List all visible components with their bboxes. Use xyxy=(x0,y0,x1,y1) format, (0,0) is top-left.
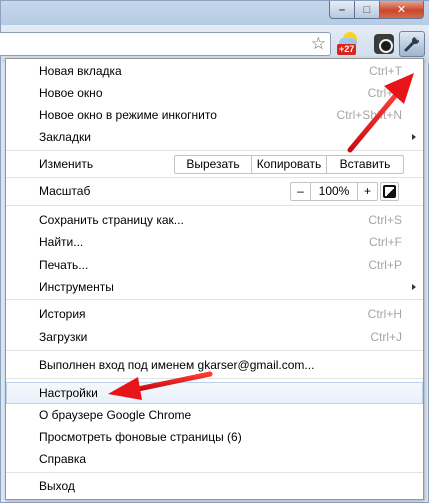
weather-badge: +27 xyxy=(337,44,357,55)
zoom-in-button[interactable]: + xyxy=(358,183,377,200)
menu-item-background-pages[interactable]: Просмотреть фоновые страницы (6) xyxy=(6,426,423,448)
address-bar[interactable]: ☆ xyxy=(0,32,331,56)
camera-body-icon xyxy=(374,34,394,54)
menu-item-shortcut: Ctrl+Shift+N xyxy=(336,108,402,122)
camera-lens-icon xyxy=(379,39,393,53)
menu-item-label: Выполнен вход под именем gkarser@gmail.c… xyxy=(39,358,315,372)
menu-item-new-window[interactable]: Новое окно Ctrl+N xyxy=(6,82,423,104)
zoom-level: 100% xyxy=(311,183,358,200)
cut-button[interactable]: Вырезать xyxy=(175,156,252,173)
menu-item-shortcut: Ctrl+J xyxy=(370,330,402,344)
menu-item-edit: Изменить Вырезать Копировать Вставить xyxy=(6,153,423,175)
menu-item-settings[interactable]: Настройки xyxy=(6,382,423,404)
menu-item-print[interactable]: Печать... Ctrl+P xyxy=(6,254,423,276)
menu-item-label: Загрузки xyxy=(39,330,88,344)
copy-button[interactable]: Копировать xyxy=(252,156,327,173)
menu-item-incognito[interactable]: Новое окно в режиме инкогнито Ctrl+Shift… xyxy=(6,104,423,126)
menu-item-label: Масштаб xyxy=(39,184,91,198)
menu-item-shortcut: Ctrl+S xyxy=(368,213,402,227)
menu-item-help[interactable]: Справка xyxy=(6,448,423,470)
menu-item-label: Настройки xyxy=(39,386,98,400)
menu-item-label: Выход xyxy=(39,479,75,493)
menu-item-shortcut: Ctrl+H xyxy=(367,307,402,321)
maximize-button[interactable]: □ xyxy=(355,1,380,19)
menu-item-shortcut: Ctrl+F xyxy=(369,235,402,249)
bookmark-star-icon[interactable]: ☆ xyxy=(311,34,326,54)
menu-item-downloads[interactable]: Загрузки Ctrl+J xyxy=(6,326,423,348)
camera-extension-icon[interactable] xyxy=(372,31,398,57)
menu-item-label: О браузере Google Chrome xyxy=(39,408,192,422)
menu-item-shortcut: Ctrl+N xyxy=(367,86,402,100)
menu-item-save-page[interactable]: Сохранить страницу как... Ctrl+S xyxy=(6,209,423,231)
title-bar: – □ ✕ xyxy=(1,1,429,25)
wrench-icon xyxy=(404,36,420,52)
paste-button[interactable]: Вставить xyxy=(327,156,403,173)
menu-item-find[interactable]: Найти... Ctrl+F xyxy=(6,231,423,253)
menu-item-label: Сохранить страницу как... xyxy=(39,213,184,227)
menu-item-history[interactable]: История Ctrl+H xyxy=(6,303,423,325)
menu-item-label: Новая вкладка xyxy=(39,64,122,78)
menu-item-label: Найти... xyxy=(39,235,84,249)
menu-item-shortcut: Ctrl+P xyxy=(368,258,402,272)
minimize-button[interactable]: – xyxy=(329,1,355,19)
submenu-arrow-icon xyxy=(412,284,416,290)
submenu-arrow-icon xyxy=(412,134,416,140)
menu-separator xyxy=(6,150,423,151)
menu-separator xyxy=(6,378,423,379)
menu-item-exit[interactable]: Выход xyxy=(6,475,423,497)
menu-separator xyxy=(6,299,423,300)
menu-item-label: Закладки xyxy=(39,130,91,144)
menu-item-new-tab[interactable]: Новая вкладка Ctrl+T xyxy=(6,60,423,82)
menu-item-label: Просмотреть фоновые страницы (6) xyxy=(39,430,242,444)
zoom-control-group: – 100% + xyxy=(290,182,378,201)
wrench-menu-button[interactable] xyxy=(399,31,425,57)
zoom-out-button[interactable]: – xyxy=(291,183,311,200)
menu-separator xyxy=(6,350,423,351)
menu-item-label: Справка xyxy=(39,452,87,466)
menu-separator xyxy=(6,205,423,206)
menu-item-label: Изменить xyxy=(39,157,94,171)
menu-item-label: Новое окно xyxy=(39,86,103,100)
edit-button-group: Вырезать Копировать Вставить xyxy=(174,155,404,174)
menu-separator xyxy=(6,472,423,473)
menu-item-label: Новое окно в режиме инкогнито xyxy=(39,108,217,122)
menu-item-zoom: Масштаб – 100% + xyxy=(6,180,423,202)
menu-separator xyxy=(6,177,423,178)
chrome-main-menu: Новая вкладка Ctrl+T Новое окно Ctrl+N Н… xyxy=(5,58,424,500)
menu-item-signed-in[interactable]: Выполнен вход под именем gkarser@gmail.c… xyxy=(6,354,423,376)
menu-item-label: Инструменты xyxy=(39,280,114,294)
menu-item-shortcut: Ctrl+T xyxy=(369,64,402,78)
menu-item-label: История xyxy=(39,307,86,321)
menu-item-tools[interactable]: Инструменты xyxy=(6,276,423,298)
fullscreen-diagonal-icon xyxy=(387,189,394,196)
weather-extension-icon[interactable]: +27 xyxy=(337,31,364,57)
fullscreen-button[interactable] xyxy=(380,182,399,201)
window-controls: – □ ✕ xyxy=(329,1,424,19)
close-button[interactable]: ✕ xyxy=(380,1,424,19)
menu-item-label: Печать... xyxy=(39,258,89,272)
menu-item-about[interactable]: О браузере Google Chrome xyxy=(6,404,423,426)
menu-item-bookmarks[interactable]: Закладки xyxy=(6,126,423,148)
